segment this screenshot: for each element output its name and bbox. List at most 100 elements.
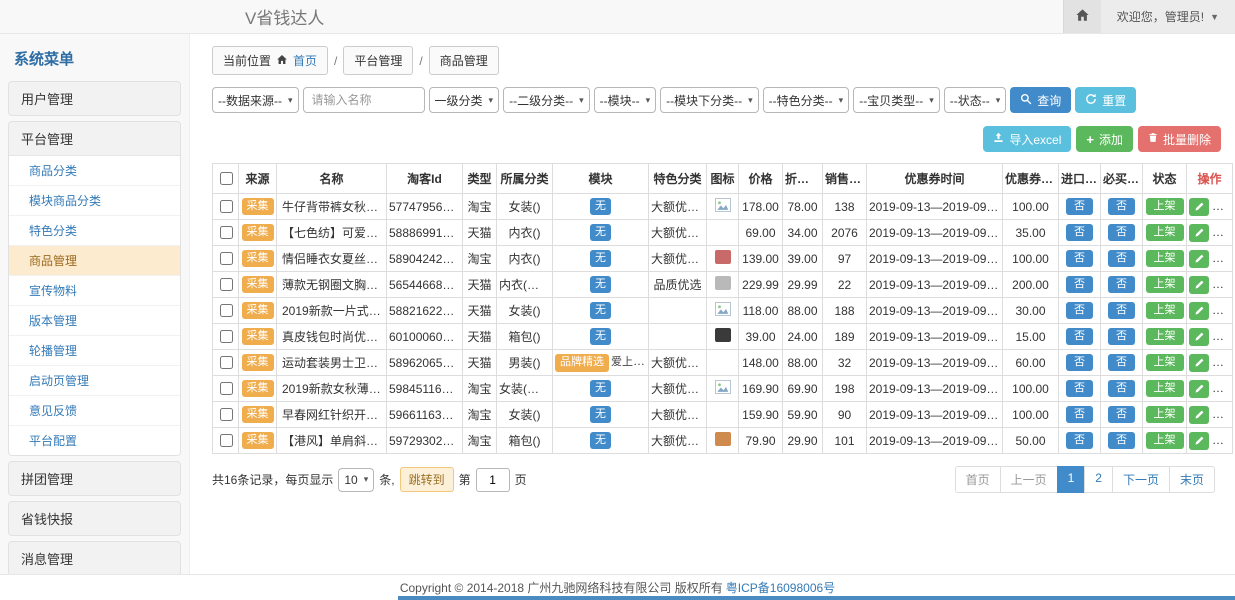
sidebar-item-carousel-management[interactable]: 轮播管理 [9, 336, 180, 366]
imported-toggle[interactable]: 否 [1066, 276, 1093, 293]
edit-button[interactable] [1189, 432, 1209, 450]
page-button-4[interactable]: 下一页 [1112, 466, 1170, 493]
batch-delete-button[interactable]: 批量删除 [1138, 126, 1221, 152]
select-all-checkbox[interactable] [220, 172, 233, 185]
module-badge[interactable]: 无 [590, 380, 611, 397]
row-checkbox[interactable] [220, 304, 233, 317]
edit-button[interactable] [1189, 380, 1209, 398]
module-badge[interactable]: 无 [590, 276, 611, 293]
row-checkbox[interactable] [220, 356, 233, 369]
page-button-2[interactable]: 1 [1057, 466, 1086, 493]
page-button-3[interactable]: 2 [1084, 466, 1113, 493]
must-buy-toggle[interactable]: 否 [1108, 406, 1135, 423]
module-badge[interactable]: 无 [590, 432, 611, 449]
add-button[interactable]: + 添加 [1076, 126, 1133, 152]
sidebar-item-goods-management[interactable]: 商品管理 [9, 246, 180, 276]
feature-category-select[interactable]: --特色分类--▾ [763, 87, 850, 113]
must-buy-toggle[interactable]: 否 [1108, 354, 1135, 371]
status-button[interactable]: 上架 [1146, 224, 1184, 241]
edit-button[interactable] [1189, 406, 1209, 424]
reset-button[interactable]: 重置 [1075, 87, 1136, 113]
status-button[interactable]: 上架 [1146, 250, 1184, 267]
row-checkbox[interactable] [220, 408, 233, 421]
module-select[interactable]: --模块--▾ [594, 87, 657, 113]
module-badge[interactable]: 无 [590, 328, 611, 345]
module-badge[interactable]: 无 [590, 250, 611, 267]
sidebar-item-version-management[interactable]: 版本管理 [9, 306, 180, 336]
home-button[interactable] [1063, 0, 1101, 33]
edit-button[interactable] [1189, 302, 1209, 320]
imported-toggle[interactable]: 否 [1066, 198, 1093, 215]
module-badge[interactable]: 无 [590, 302, 611, 319]
sidebar-item-groupbuy-management[interactable]: 拼团管理 [9, 462, 180, 495]
level1-category-select[interactable]: 一级分类▾ [429, 87, 500, 113]
status-button[interactable]: 上架 [1146, 302, 1184, 319]
module-badge[interactable]: 无 [590, 406, 611, 423]
sidebar-item-promo-materials[interactable]: 宣传物料 [9, 276, 180, 306]
search-button[interactable]: 查询 [1010, 87, 1071, 113]
jump-button[interactable]: 跳转到 [400, 467, 454, 492]
sidebar-item-goods-category[interactable]: 商品分类 [9, 156, 180, 186]
breadcrumb-home-link[interactable]: 首页 [293, 52, 317, 69]
data-source-select[interactable]: --数据来源--▾ [212, 87, 299, 113]
must-buy-toggle[interactable]: 否 [1108, 224, 1135, 241]
edit-button[interactable] [1189, 276, 1209, 294]
item-type-select[interactable]: --宝贝类型--▾ [853, 87, 940, 113]
must-buy-toggle[interactable]: 否 [1108, 302, 1135, 319]
product-name-input[interactable] [303, 87, 425, 113]
imported-toggle[interactable]: 否 [1066, 224, 1093, 241]
row-checkbox[interactable] [220, 434, 233, 447]
page-size-select[interactable]: 10 ▾ [338, 468, 374, 492]
sidebar-item-splash-page-management[interactable]: 启动页管理 [9, 366, 180, 396]
sidebar-item-user-management[interactable]: 用户管理 [9, 82, 180, 115]
import-excel-button[interactable]: 导入excel [983, 126, 1071, 152]
edit-button[interactable] [1189, 354, 1209, 372]
module-badge[interactable]: 无 [590, 224, 611, 241]
must-buy-toggle[interactable]: 否 [1108, 432, 1135, 449]
sidebar-item-message-management[interactable]: 消息管理 [9, 542, 180, 574]
sidebar-item-platform-config[interactable]: 平台配置 [9, 426, 180, 455]
imported-toggle[interactable]: 否 [1066, 432, 1093, 449]
edit-button[interactable] [1189, 328, 1209, 346]
edit-button[interactable] [1189, 224, 1209, 242]
sidebar-item-module-goods-category[interactable]: 模块商品分类 [9, 186, 180, 216]
breadcrumb-section[interactable]: 平台管理 [343, 46, 413, 75]
must-buy-toggle[interactable]: 否 [1108, 328, 1135, 345]
row-checkbox[interactable] [220, 226, 233, 239]
must-buy-toggle[interactable]: 否 [1108, 198, 1135, 215]
page-button-1[interactable]: 上一页 [1000, 466, 1058, 493]
row-checkbox[interactable] [220, 330, 233, 343]
row-checkbox[interactable] [220, 278, 233, 291]
row-checkbox[interactable] [220, 200, 233, 213]
status-button[interactable]: 上架 [1146, 380, 1184, 397]
horizontal-scrollbar[interactable] [398, 596, 1235, 600]
edit-button[interactable] [1189, 250, 1209, 268]
jump-page-input[interactable] [476, 468, 510, 492]
must-buy-toggle[interactable]: 否 [1108, 276, 1135, 293]
status-button[interactable]: 上架 [1146, 276, 1184, 293]
status-button[interactable]: 上架 [1146, 406, 1184, 423]
page-button-5[interactable]: 末页 [1169, 466, 1215, 493]
must-buy-toggle[interactable]: 否 [1108, 250, 1135, 267]
imported-toggle[interactable]: 否 [1066, 302, 1093, 319]
row-checkbox[interactable] [220, 382, 233, 395]
must-buy-toggle[interactable]: 否 [1108, 380, 1135, 397]
status-button[interactable]: 上架 [1146, 432, 1184, 449]
imported-toggle[interactable]: 否 [1066, 328, 1093, 345]
imported-toggle[interactable]: 否 [1066, 380, 1093, 397]
level2-category-select[interactable]: --二级分类--▾ [503, 87, 590, 113]
sidebar-item-saving-express[interactable]: 省钱快报 [9, 502, 180, 535]
page-button-0[interactable]: 首页 [955, 466, 1001, 493]
status-button[interactable]: 上架 [1146, 328, 1184, 345]
row-checkbox[interactable] [220, 252, 233, 265]
module-badge[interactable]: 品牌精选 [555, 354, 609, 371]
sidebar-item-feature-category[interactable]: 特色分类 [9, 216, 180, 246]
imported-toggle[interactable]: 否 [1066, 354, 1093, 371]
imported-toggle[interactable]: 否 [1066, 250, 1093, 267]
sidebar-item-feedback[interactable]: 意见反馈 [9, 396, 180, 426]
module-badge[interactable]: 无 [590, 198, 611, 215]
module-sub-category-select[interactable]: --模块下分类--▾ [660, 87, 759, 113]
icp-link[interactable]: 粤ICP备16098006号 [726, 579, 835, 596]
status-select[interactable]: --状态--▾ [944, 87, 1007, 113]
imported-toggle[interactable]: 否 [1066, 406, 1093, 423]
